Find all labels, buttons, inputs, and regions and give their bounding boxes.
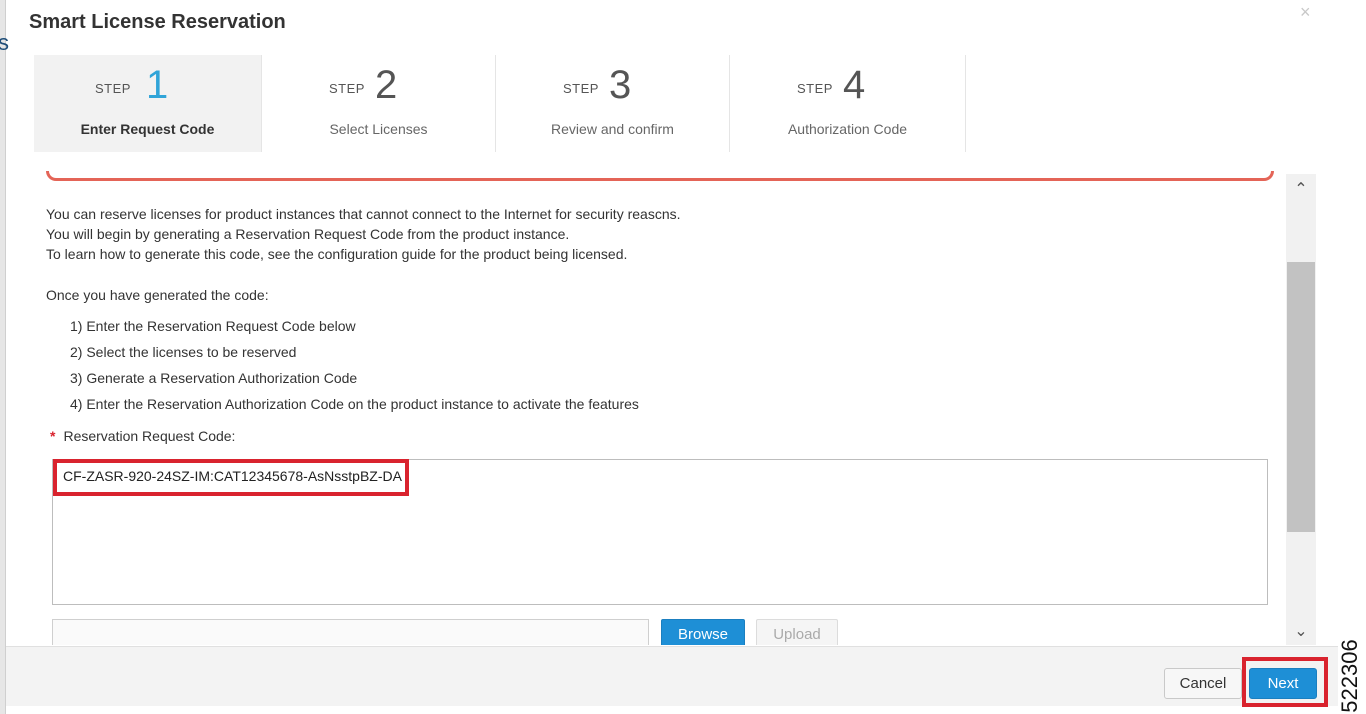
figure-number: 522306 xyxy=(1332,639,1366,713)
step-3[interactable]: STEP 3 Review and confirm xyxy=(496,55,730,152)
cancel-button[interactable]: Cancel xyxy=(1164,668,1242,699)
step-label: Authorization Code xyxy=(787,121,908,137)
instruction-2: 2) Select the licenses to be reserved xyxy=(70,344,297,360)
once-generated-text: Once you have generated the code: xyxy=(46,287,269,303)
upload-button[interactable]: Upload xyxy=(756,619,838,645)
request-code-highlight xyxy=(53,459,409,496)
step-number: 4 xyxy=(843,63,866,107)
step-word: STEP xyxy=(563,81,599,96)
dialog-content[interactable]: You can reserve licenses for product ins… xyxy=(30,167,1286,645)
step-label: Review and confirm xyxy=(551,121,674,137)
step-number: 2 xyxy=(375,63,398,107)
step-word: STEP xyxy=(797,81,833,96)
scroll-down-arrow-icon[interactable]: ⌄ xyxy=(1286,618,1316,646)
required-marker: * xyxy=(50,428,56,444)
next-button-highlight xyxy=(1242,657,1328,707)
request-code-label-text: Reservation Request Code: xyxy=(63,428,236,444)
step-word: STEP xyxy=(95,81,131,96)
step-label: Select Licenses xyxy=(329,121,428,137)
dialog-footer xyxy=(6,646,1338,706)
request-code-label: * Reservation Request Code: xyxy=(50,428,235,444)
alert-border-decoration xyxy=(46,171,1274,181)
scroll-thumb[interactable] xyxy=(1287,262,1315,532)
step-2[interactable]: STEP 2 Select Licenses xyxy=(262,55,496,152)
file-path-input[interactable] xyxy=(52,619,649,645)
close-icon[interactable]: × xyxy=(1300,2,1311,23)
step-1[interactable]: STEP 1 Enter Request Code xyxy=(34,55,262,152)
dialog-title: Smart License Reservation xyxy=(29,11,286,33)
instruction-3: 3) Generate a Reservation Authorization … xyxy=(70,370,358,386)
browse-button[interactable]: Browse xyxy=(661,619,745,645)
background-text-fragment: s xyxy=(0,30,9,55)
intro-line-1: You can reserve licenses for product ins… xyxy=(46,206,681,222)
figure-number-text: 522306 xyxy=(1337,639,1362,713)
step-4[interactable]: STEP 4 Authorization Code xyxy=(730,55,966,152)
intro-line-3: To learn how to generate this code, see … xyxy=(46,246,628,262)
content-scrollbar[interactable]: ⌃ ⌄ xyxy=(1286,174,1316,645)
instruction-1: 1) Enter the Reservation Request Code be… xyxy=(70,318,356,334)
intro-line-2: You will begin by generating a Reservati… xyxy=(46,226,570,242)
instruction-4: 4) Enter the Reservation Authorization C… xyxy=(70,396,639,412)
step-number: 3 xyxy=(609,63,632,107)
step-number: 1 xyxy=(146,63,169,107)
step-label: Enter Request Code xyxy=(80,121,215,137)
background-window-edge: s xyxy=(0,0,9,714)
step-word: STEP xyxy=(329,81,365,96)
scroll-up-arrow-icon[interactable]: ⌃ xyxy=(1286,176,1316,204)
wizard-steps: STEP 1 Enter Request Code STEP 2 Select … xyxy=(30,55,966,152)
